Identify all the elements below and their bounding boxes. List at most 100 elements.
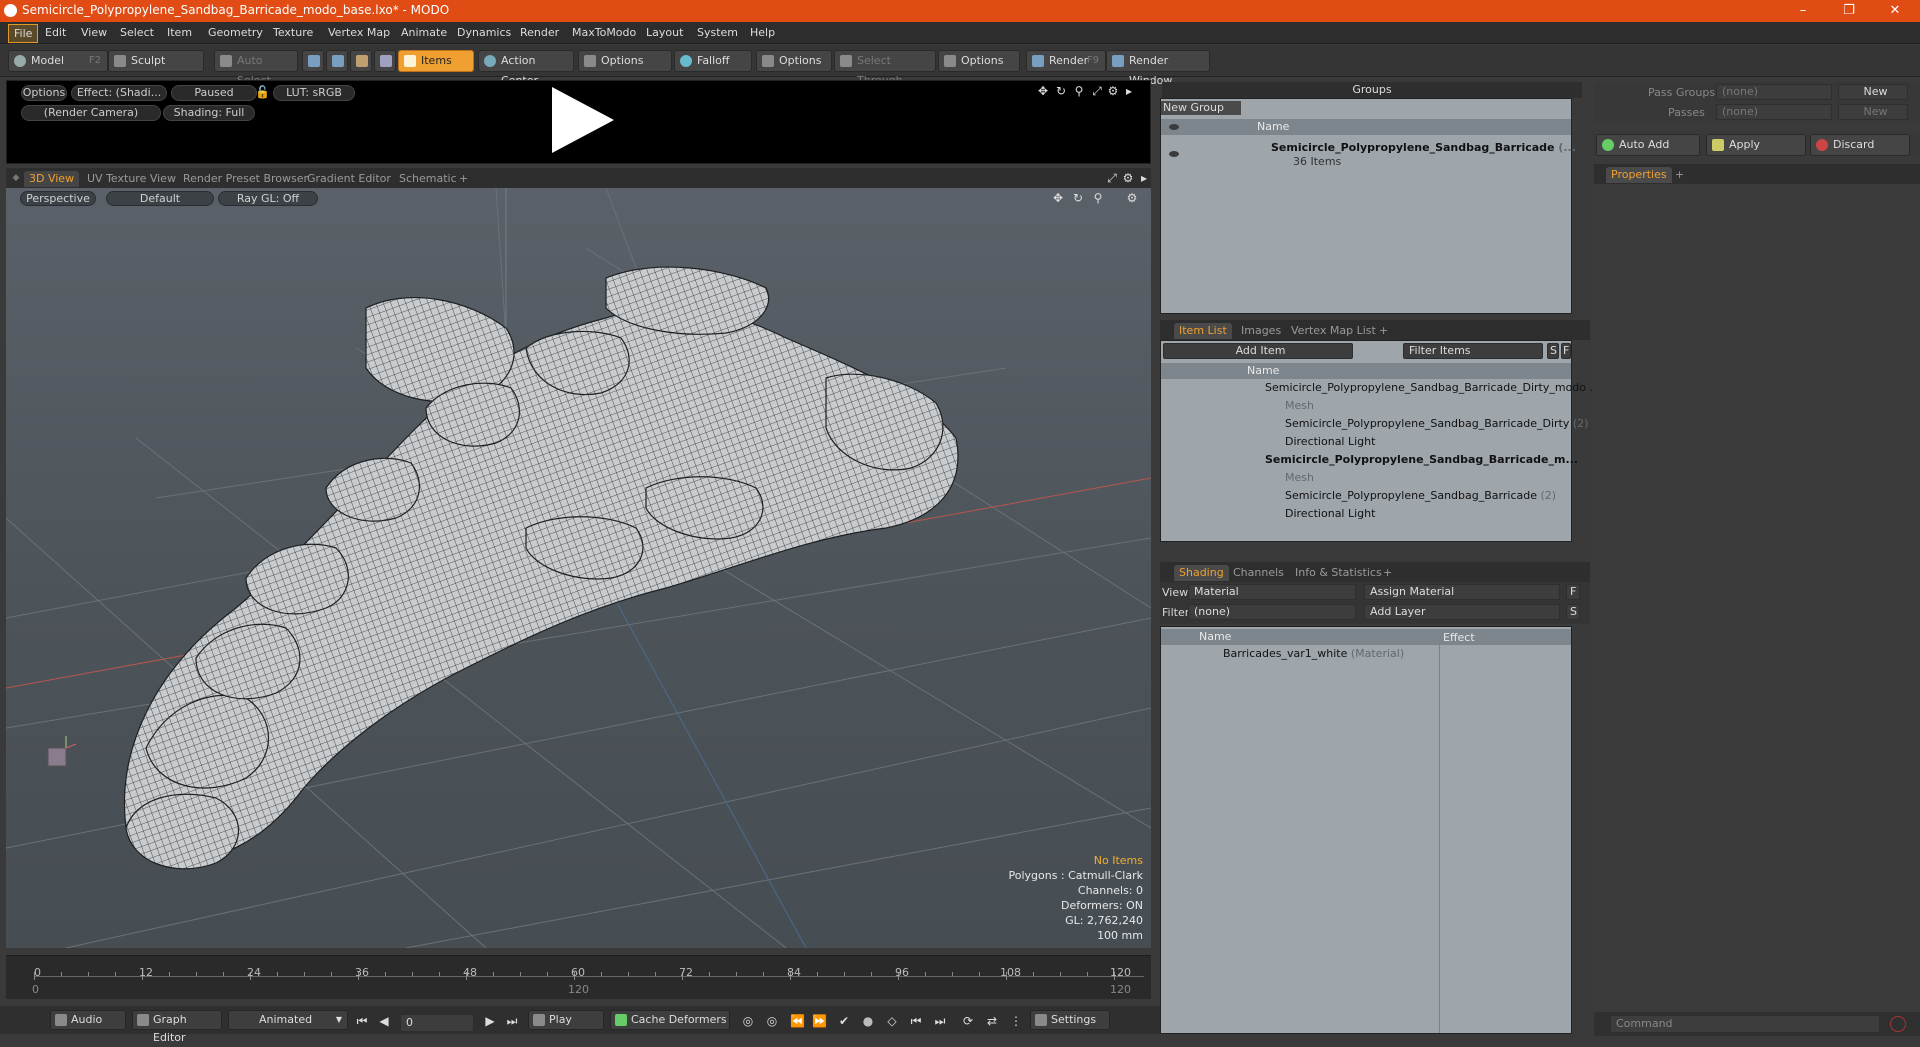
expand-arrow-icon[interactable]: ▸ [1123, 85, 1135, 97]
tab-gradient-editor[interactable]: Gradient Editor [302, 171, 396, 187]
graph-editor-button[interactable]: Graph Editor [132, 1010, 222, 1044]
lock-icon[interactable]: 🔓 [255, 86, 270, 98]
minimize-button[interactable]: – [1780, 0, 1826, 22]
menu-layout[interactable]: Layout [641, 26, 688, 39]
shader-name-column[interactable]: Name [1161, 629, 1571, 645]
figure-icon[interactable]: ◎ [766, 1015, 778, 1027]
add-tab-button[interactable]: + [1670, 167, 1689, 183]
frame-input[interactable]: 0 [400, 1014, 474, 1032]
menu-texture[interactable]: Texture [268, 26, 318, 39]
item-list-name-column[interactable]: Name [1161, 363, 1571, 379]
step-forward-icon[interactable]: ▶ [484, 1015, 496, 1027]
menu-file[interactable]: File [8, 24, 39, 43]
tab-item-list[interactable]: Item List [1174, 323, 1232, 339]
menu-item[interactable]: Item [162, 26, 197, 39]
menu-vertex-map[interactable]: Vertex Map [323, 26, 395, 39]
new-pass-button[interactable]: New [1838, 104, 1908, 120]
expand-arrow-icon[interactable]: ▸ [1138, 172, 1150, 184]
discard-button[interactable]: Discard [1810, 134, 1910, 156]
prev-frame-icon[interactable]: ⏮ [910, 1015, 922, 1027]
eye-icon[interactable] [1169, 124, 1179, 130]
add-item-dropdown[interactable]: Add Item [1163, 343, 1353, 359]
gear-icon[interactable]: ⚙ [1107, 85, 1119, 97]
item-row[interactable]: Directional Light [1285, 433, 1375, 451]
stop-icon[interactable] [1890, 1016, 1906, 1032]
action-center-button[interactable]: Action Center [478, 50, 574, 87]
panel-menu-icon[interactable]: ◆ [10, 172, 22, 184]
record-icon[interactable]: ● [862, 1015, 874, 1027]
item-row[interactable]: Semicircle_Polypropylene_Sandbag_Barrica… [1265, 451, 1578, 469]
key-icon[interactable]: ◎ [742, 1015, 754, 1027]
auto-add-button[interactable]: Auto Add [1596, 134, 1700, 156]
apply-button[interactable]: Apply [1706, 134, 1806, 156]
menu-select[interactable]: Select [115, 26, 159, 39]
falloff-button[interactable]: Falloff [674, 50, 752, 72]
preview-effect-dropdown[interactable]: Effect: (Shadi... [71, 85, 167, 101]
cache-deformers-button[interactable]: Cache Deformers [610, 1010, 730, 1030]
menu-view[interactable]: View [76, 26, 112, 39]
materials-mode-button[interactable] [374, 50, 396, 72]
filter-f-button[interactable]: F [1561, 343, 1571, 359]
item-row[interactable]: Semicircle_Polypropylene_Sandbag_Barrica… [1265, 379, 1600, 397]
item-row[interactable]: Mesh [1285, 397, 1314, 415]
gear-icon[interactable]: ⚙ [1122, 172, 1134, 184]
action-center-options-button[interactable]: Options [578, 50, 672, 72]
item-row[interactable]: Mesh [1285, 469, 1314, 487]
item-row[interactable]: Semicircle_Polypropylene_Sandbag_Barrica… [1285, 415, 1588, 433]
tab-render-preset-browser[interactable]: Render Preset Browser [178, 171, 313, 187]
render-window-button[interactable]: Render Window [1106, 50, 1210, 87]
command-input[interactable]: Command [1610, 1015, 1880, 1033]
menu-maxtomodo[interactable]: MaxToModo [567, 26, 641, 39]
keyframe-icon[interactable]: ◇ [886, 1015, 898, 1027]
maximize-icon[interactable]: ⤢ [1106, 172, 1118, 184]
step-back-icon[interactable]: ◀ [378, 1015, 390, 1027]
groups-name-column[interactable]: Name [1161, 119, 1571, 135]
filter-s-button[interactable]: S [1547, 343, 1559, 359]
menu-animate[interactable]: Animate [396, 26, 452, 39]
item-row[interactable]: Directional Light [1285, 505, 1375, 523]
menu-system[interactable]: System [692, 26, 743, 39]
select-through-options-button[interactable]: Options [938, 50, 1020, 72]
new-group-button[interactable]: New Group [1161, 101, 1241, 115]
preview-camera-dropdown[interactable]: (Render Camera) [21, 105, 161, 121]
tab-images[interactable]: Images [1236, 323, 1286, 339]
eye-icon[interactable] [1169, 151, 1179, 157]
menu-help[interactable]: Help [745, 26, 780, 39]
maximize-icon[interactable]: ⤢ [1091, 85, 1103, 97]
add-tab-button[interactable]: + [1374, 323, 1393, 339]
tab-uv-texture-view[interactable]: UV Texture View [82, 171, 181, 187]
3d-viewport[interactable]: Perspective Default Ray GL: Off ✥ ↻ ⚲ ⚙ [6, 188, 1151, 948]
tab-3d-view[interactable]: 3D View [24, 171, 80, 187]
view-dropdown[interactable]: Material [1188, 584, 1356, 600]
menu-edit[interactable]: Edit [40, 26, 71, 39]
model-mode-button[interactable]: Model F2 [8, 50, 108, 72]
timeline[interactable]: 0 12 24 36 48 60 72 84 96 108 120 0 120 … [6, 955, 1151, 999]
animated-dropdown[interactable]: Animated ▼ [228, 1010, 348, 1030]
render-button[interactable]: Render F9 [1026, 50, 1106, 72]
item-row[interactable]: Semicircle_Polypropylene_Sandbag_Barrica… [1285, 487, 1556, 505]
close-button[interactable]: ✕ [1872, 0, 1918, 22]
add-tab-button[interactable]: + [1378, 565, 1397, 581]
menu-geometry[interactable]: Geometry [203, 26, 268, 39]
add-tab-button[interactable]: + [454, 171, 473, 187]
move-icon[interactable]: ✥ [1037, 85, 1049, 97]
preview-shading-dropdown[interactable]: Shading: Full [163, 105, 255, 121]
sculpt-mode-button[interactable]: Sculpt [108, 50, 204, 72]
options-icon[interactable]: ⋮ [1010, 1015, 1022, 1027]
preview-paused-toggle[interactable]: Paused [171, 85, 257, 101]
auto-select-button[interactable]: Auto Select [214, 50, 298, 87]
preview-options-button[interactable]: Options [21, 85, 67, 101]
audio-button[interactable]: Audio [50, 1010, 126, 1030]
passes-dropdown[interactable]: (none) [1716, 104, 1832, 120]
assign-material-button[interactable]: Assign Material [1364, 584, 1560, 600]
filter-items-input[interactable]: Filter Items [1403, 343, 1543, 359]
pass-groups-dropdown[interactable]: (none) [1716, 84, 1832, 100]
skip-start-icon[interactable]: ⏮ [356, 1015, 368, 1027]
settings-button[interactable]: Settings [1030, 1010, 1110, 1030]
tab-properties[interactable]: Properties [1606, 167, 1672, 183]
items-mode-button[interactable]: Items [398, 50, 474, 72]
sync-icon[interactable]: ⇄ [986, 1015, 998, 1027]
tab-channels[interactable]: Channels [1228, 565, 1289, 581]
add-layer-dropdown[interactable]: Add Layer [1364, 604, 1560, 620]
restore-button[interactable]: ❐ [1826, 0, 1872, 22]
